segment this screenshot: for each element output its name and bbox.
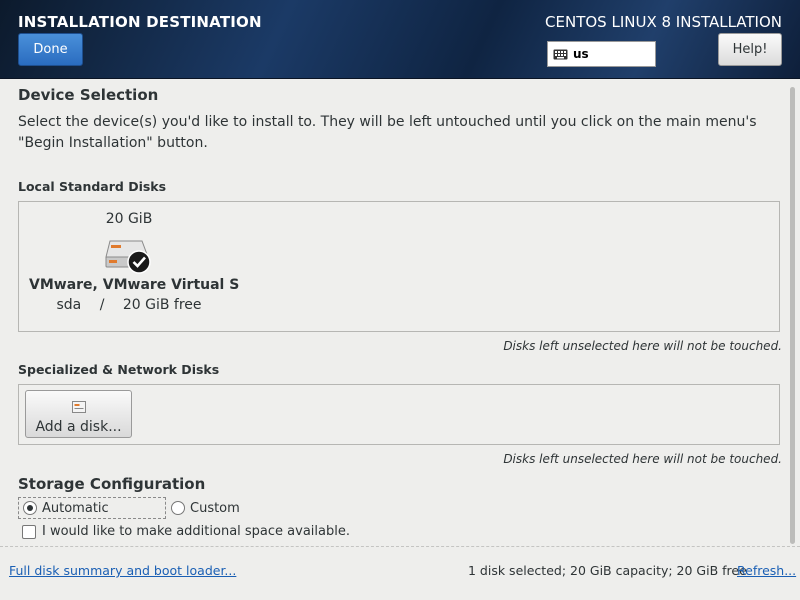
scrollbar[interactable]	[787, 84, 797, 546]
disk-device: sda	[56, 297, 82, 313]
selected-check-icon	[127, 250, 151, 274]
automatic-label: Automatic	[42, 500, 109, 516]
extra-space-option[interactable]: I would like to make additional space av…	[22, 524, 350, 539]
disk-info: sda / 20 GiB free	[29, 297, 229, 313]
local-disks-note: Disks left unselected here will not be t…	[503, 339, 782, 353]
local-disks-label: Local Standard Disks	[18, 179, 167, 194]
disk-size: 20 GiB	[105, 211, 153, 227]
custom-label: Custom	[190, 500, 240, 516]
device-selection-title: Device Selection	[18, 86, 159, 104]
page-title: INSTALLATION DESTINATION	[18, 13, 262, 31]
add-disk-icon	[71, 401, 86, 413]
network-disks-panel: Add a disk...	[18, 384, 780, 445]
partitioning-options: Automatic Custom	[18, 497, 240, 519]
extra-space-checkbox[interactable]	[22, 524, 36, 539]
keyboard-layout-label: us	[573, 47, 589, 61]
header-bar: INSTALLATION DESTINATION CENTOS LINUX 8 …	[0, 0, 800, 79]
disk-sda[interactable]: 20 GiB VMware, VMware Virtual S sda / 20…	[29, 208, 240, 313]
storage-config-title: Storage Configuration	[18, 475, 206, 493]
add-disk-label: Add a disk...	[35, 419, 122, 435]
custom-radio[interactable]	[171, 501, 185, 515]
automatic-radio[interactable]	[23, 501, 37, 515]
local-disks-panel: 20 GiB VMware, VMware Virtual S sda / 20…	[18, 201, 780, 332]
keyboard-icon	[553, 49, 568, 59]
scrollbar-thumb[interactable]	[790, 87, 795, 544]
done-button[interactable]: Done	[18, 33, 83, 66]
disk-name: VMware, VMware Virtual S	[29, 277, 240, 293]
custom-option[interactable]: Custom	[171, 501, 240, 516]
network-disks-label: Specialized & Network Disks	[18, 362, 220, 377]
refresh-link[interactable]: Refresh...	[737, 563, 796, 578]
disk-free: 20 GiB free	[122, 297, 202, 313]
extra-space-label: I would like to make additional space av…	[42, 524, 350, 539]
network-disks-note: Disks left unselected here will not be t…	[503, 452, 782, 466]
disk-status: 1 disk selected; 20 GiB capacity; 20 GiB…	[468, 563, 747, 578]
keyboard-layout-indicator[interactable]: us	[547, 41, 656, 67]
disk-summary-link[interactable]: Full disk summary and boot loader...	[9, 563, 236, 578]
hard-disk-icon	[104, 235, 154, 275]
automatic-option[interactable]: Automatic	[18, 497, 166, 519]
product-title: CENTOS LINUX 8 INSTALLATION	[545, 13, 782, 31]
add-disk-button[interactable]: Add a disk...	[25, 390, 132, 438]
disk-separator: /	[99, 297, 105, 313]
footer-divider	[0, 546, 800, 547]
device-selection-description: Select the device(s) you'd like to insta…	[18, 114, 757, 151]
help-button[interactable]: Help!	[718, 33, 782, 66]
